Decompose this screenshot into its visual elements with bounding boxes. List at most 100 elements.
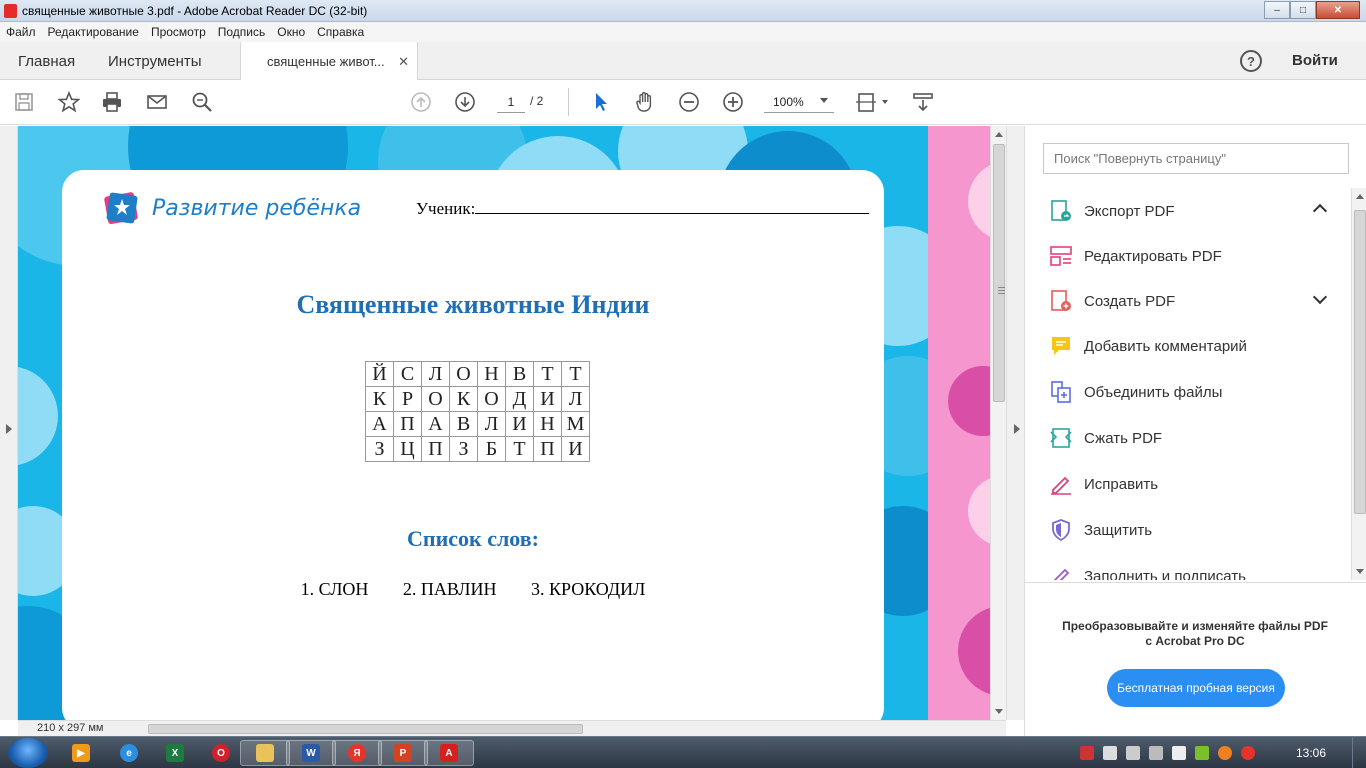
grid-cell: К [449, 386, 478, 412]
tool-label: Исправить [1084, 475, 1159, 493]
menu-file[interactable]: Файл [6, 25, 36, 39]
tool-export-pdf[interactable]: Экспорт PDF [1049, 196, 1175, 226]
word-icon[interactable]: W [286, 740, 336, 766]
help-icon[interactable]: ? [1240, 50, 1262, 72]
horizontal-scroll-thumb[interactable] [148, 724, 583, 734]
menu-window[interactable]: Окно [277, 25, 305, 39]
zoom-dropdown[interactable]: 100% [764, 91, 834, 113]
tray-network-icon[interactable] [1149, 746, 1163, 760]
tool-fix[interactable]: Исправить [1049, 469, 1158, 499]
tool-edit-pdf[interactable]: Редактировать PDF [1049, 241, 1222, 271]
zoom-in-icon[interactable] [721, 90, 745, 114]
window-controls: – □ ✕ [1264, 1, 1360, 19]
select-arrow-icon[interactable] [589, 90, 613, 114]
menu-bar: Файл Редактирование Просмотр Подпись Окн… [0, 22, 1366, 42]
print-icon[interactable] [100, 90, 124, 114]
page-number-input[interactable]: 1 [497, 91, 525, 113]
tray-flag-icon[interactable] [1080, 746, 1094, 760]
status-bar: 210 x 297 мм [18, 720, 1006, 736]
fit-page-icon[interactable] [855, 90, 891, 114]
grid-cell: З [365, 436, 394, 462]
grid-cell: М [561, 411, 590, 437]
search-zoom-icon[interactable] [190, 90, 214, 114]
menu-help[interactable]: Справка [317, 25, 364, 39]
tool-fill-sign[interactable]: Заполнить и подписать [1049, 561, 1246, 580]
tab-document[interactable]: священные живот... ✕ [240, 42, 418, 81]
decor-circle [968, 161, 990, 241]
tray-keyboard-icon[interactable] [1103, 746, 1117, 760]
tray-nvidia-icon[interactable] [1195, 746, 1209, 760]
word-list: 1. СЛОН 2. ПАВЛИН 3. КРОКОДИЛ [62, 579, 884, 600]
tool-label: Добавить комментарий [1084, 337, 1247, 355]
tray-volume-icon[interactable] [1172, 746, 1186, 760]
opera-icon[interactable]: O [196, 740, 246, 766]
logo-text: Развитие ребёнка [152, 195, 362, 221]
show-desktop-button[interactable] [1352, 737, 1366, 768]
tool-label: Заполнить и подписать [1084, 567, 1246, 581]
start-button[interactable] [8, 738, 48, 768]
excel-icon[interactable]: X [150, 740, 200, 766]
grid-row: ЙСЛОНВТТ [365, 361, 590, 387]
grid-cell: Н [533, 411, 562, 437]
scroll-up-icon[interactable] [1356, 194, 1364, 199]
grid-row: КРОКОДИЛ [365, 386, 590, 412]
decor-circle [948, 366, 990, 436]
tray-usb-icon[interactable] [1126, 746, 1140, 760]
page-up-icon[interactable] [409, 90, 433, 114]
document-scrollbar[interactable] [990, 126, 1006, 720]
star-icon[interactable] [57, 90, 81, 114]
pink-decor-strip [928, 126, 990, 720]
page-size: 210 x 297 мм [37, 722, 104, 734]
tab-tools[interactable]: Инструменты [108, 42, 202, 80]
grid-cell: В [449, 411, 478, 437]
left-panel-toggle[interactable] [0, 126, 18, 720]
tray-yandex-icon[interactable] [1241, 746, 1255, 760]
signin-button[interactable]: Войти [1292, 52, 1338, 69]
chevron-down-icon[interactable] [1312, 289, 1328, 305]
page-down-icon[interactable] [453, 90, 477, 114]
tool-compress-pdf[interactable]: Сжать PDF [1049, 423, 1162, 453]
tool-protect[interactable]: Защитить [1049, 515, 1152, 545]
hand-icon[interactable] [633, 90, 657, 114]
read-mode-icon[interactable] [911, 90, 935, 114]
powerpoint-icon[interactable]: P [378, 740, 428, 766]
tools-scrollbar[interactable] [1351, 188, 1366, 580]
scroll-up-icon[interactable] [995, 132, 1003, 137]
tool-label: Создать PDF [1084, 292, 1176, 310]
grid-cell: Й [365, 361, 394, 387]
tab-close-icon[interactable]: ✕ [398, 54, 409, 70]
tool-create-pdf[interactable]: Создать PDF [1049, 286, 1175, 316]
menu-edit[interactable]: Редактирование [48, 25, 139, 39]
email-icon[interactable] [145, 90, 169, 114]
tray-avast-icon[interactable] [1218, 746, 1232, 760]
free-trial-button[interactable]: Бесплатная пробная версия [1107, 669, 1285, 707]
menu-view[interactable]: Просмотр [151, 25, 206, 39]
minimize-button[interactable]: – [1264, 1, 1290, 19]
close-button[interactable]: ✕ [1316, 1, 1360, 19]
document-view[interactable]: Развитие ребёнка Ученик: Священные живот… [18, 126, 990, 720]
chevron-up-icon[interactable] [1312, 203, 1328, 219]
toolbar: 1 / 2 100% [0, 80, 1366, 125]
zoom-out-icon[interactable] [677, 90, 701, 114]
logo: Развитие ребёнка [104, 190, 361, 226]
scroll-thumb[interactable] [1354, 210, 1366, 514]
media-player-icon[interactable]: ▶ [56, 740, 106, 766]
tool-add-comment[interactable]: Добавить комментарий [1049, 331, 1247, 361]
word-list-title: Список слов: [407, 526, 539, 551]
scroll-down-icon[interactable] [995, 709, 1003, 714]
scroll-down-icon[interactable] [1356, 569, 1364, 574]
right-panel-toggle[interactable] [1006, 126, 1024, 720]
save-icon[interactable] [12, 90, 36, 114]
menu-sign[interactable]: Подпись [218, 25, 266, 39]
grid-cell: А [365, 411, 394, 437]
maximize-button[interactable]: □ [1290, 1, 1316, 19]
scroll-thumb[interactable] [993, 144, 1005, 402]
tool-combine-files[interactable]: Объединить файлы [1049, 377, 1222, 407]
tab-home[interactable]: Главная [18, 42, 75, 80]
ie-icon[interactable]: e [104, 740, 154, 766]
tools-search-input[interactable]: Поиск "Повернуть страницу" [1043, 143, 1349, 174]
acrobat-icon[interactable]: A [424, 740, 474, 766]
yandex-icon[interactable]: Я [332, 740, 382, 766]
explorer-icon[interactable] [240, 740, 290, 766]
grid-cell: Т [533, 361, 562, 387]
